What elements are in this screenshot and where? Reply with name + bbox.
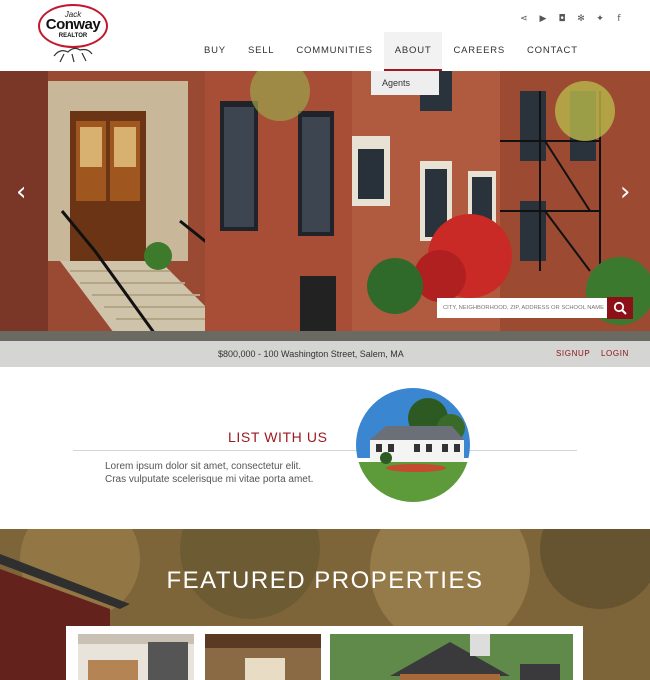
twitter-icon[interactable]: ✦ [595, 14, 605, 24]
about-dropdown-agents[interactable]: Agents [371, 71, 439, 95]
youtube-icon[interactable]: ▶ [538, 14, 548, 24]
list-with-us-section: LIST WITH US Lorem ipsum dolor sit amet,… [0, 367, 650, 529]
list-body-line2: Cras vulputate scelerisque mi vitae port… [105, 474, 314, 485]
search-button[interactable] [607, 297, 633, 319]
chevron-right-icon[interactable]: › [620, 177, 630, 207]
list-body-line1: Lorem ipsum dolor sit amet, consectetur … [105, 461, 302, 472]
nav-about[interactable]: ABOUT [383, 32, 443, 71]
nav-sell[interactable]: SELL [237, 32, 285, 71]
listing-info-bar: $800,000 - 100 Washington Street, Salem,… [0, 341, 650, 367]
property-thumb-3[interactable] [330, 634, 573, 680]
yelp-icon[interactable]: ✻ [576, 14, 586, 24]
section-divider [73, 450, 577, 451]
property-thumb-2[interactable] [205, 634, 321, 680]
main-nav: BUY SELL COMMUNITIES ABOUT CAREERS CONTA… [193, 32, 589, 71]
logo[interactable]: Jack Conway REALTOR [38, 4, 108, 64]
social-links: ⋖ ▶ ◘ ✻ ✦ f [519, 14, 624, 24]
page: Jack Conway REALTOR ⋖ ▶ ◘ ✻ ✦ f BUY SELL… [0, 0, 650, 680]
logo-line3: REALTOR [58, 33, 88, 39]
featured-properties-title: FEATURED PROPERTIES [166, 567, 484, 594]
list-with-us-text: Lorem ipsum dolor sit amet, consectetur … [105, 460, 365, 486]
nav-buy[interactable]: BUY [193, 32, 237, 71]
nav-communities[interactable]: COMMUNITIES [285, 32, 383, 71]
share-icon[interactable]: ⋖ [519, 14, 529, 24]
nav-careers[interactable]: CAREERS [442, 32, 516, 71]
list-with-us-title[interactable]: LIST WITH US [228, 429, 328, 445]
property-search-input[interactable] [437, 298, 607, 318]
hero-brownstone-image [0, 71, 650, 367]
nav-contact[interactable]: CONTACT [516, 32, 589, 71]
featured-cards [66, 626, 583, 680]
search-icon [613, 301, 627, 315]
featured-properties-section: FEATURED PROPERTIES [0, 529, 650, 680]
signup-link[interactable]: SIGNUP [556, 349, 590, 358]
listing-address[interactable]: $800,000 - 100 Washington Street, Salem,… [218, 349, 404, 359]
chevron-left-icon[interactable]: ‹ [16, 177, 26, 207]
site-header: Jack Conway REALTOR ⋖ ▶ ◘ ✻ ✦ f BUY SELL… [0, 0, 650, 71]
logo-line2: Conway [45, 16, 101, 33]
property-thumb-1[interactable] [78, 634, 194, 680]
facebook-icon[interactable]: f [614, 14, 624, 24]
house-photo-circle [356, 388, 470, 502]
login-link[interactable]: LOGIN [601, 349, 629, 358]
logo-horse-icon [53, 47, 93, 63]
hero-slider: ‹ › $800,000 - 100 Washington Street, Sa… [0, 71, 650, 367]
instagram-icon[interactable]: ◘ [557, 14, 567, 24]
